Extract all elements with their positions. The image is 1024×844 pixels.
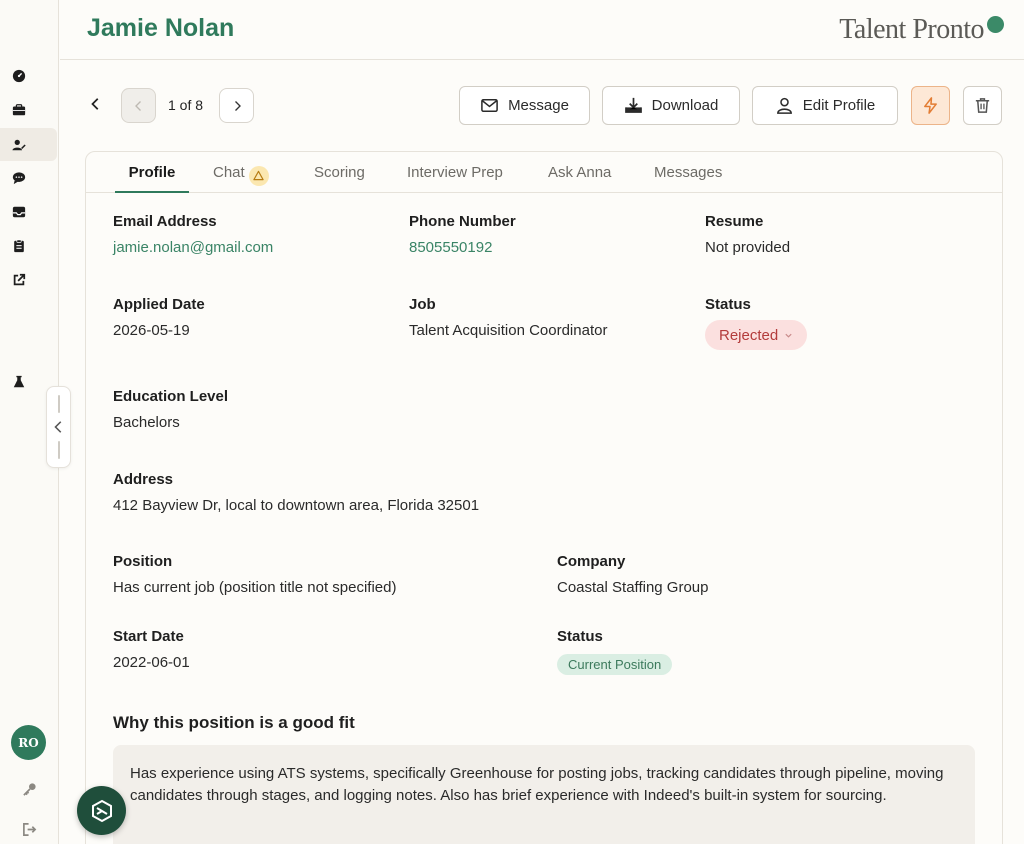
external-link-icon[interactable]: [8, 269, 30, 291]
assistant-logo-icon: [91, 799, 112, 822]
delete-button[interactable]: [963, 86, 1002, 125]
back-button[interactable]: [86, 94, 106, 114]
company-value: Coastal Staffing Group: [557, 579, 709, 596]
tab-label: Interview Prep: [407, 164, 503, 181]
position-label: Position: [113, 553, 173, 570]
education-label: Education Level: [113, 388, 229, 405]
key-icon[interactable]: [18, 778, 40, 800]
envelope-icon: [481, 99, 498, 112]
tab-bar: Profile Chat Scoring Interview Prep Ask …: [86, 152, 1002, 193]
tab-messages[interactable]: Messages: [654, 164, 722, 193]
briefcase-icon[interactable]: [8, 99, 30, 121]
collapse-handle-line: [58, 441, 60, 459]
employment-status-badge: Current Position: [557, 654, 673, 675]
next-candidate-button[interactable]: [219, 88, 254, 123]
message-label: Message: [508, 97, 569, 114]
start-date-label: Start Date: [113, 628, 184, 645]
tab-label: Chat: [213, 164, 245, 181]
lightning-icon: [924, 97, 937, 114]
tab-interview-prep[interactable]: Interview Prep: [407, 164, 503, 193]
tab-label: Ask Anna: [548, 164, 612, 181]
chevron-down-icon: [785, 333, 792, 338]
quick-action-button[interactable]: [911, 86, 950, 125]
download-label: Download: [651, 97, 719, 114]
brand-logo: Talent Pronto: [839, 14, 984, 45]
candidate-card: Profile Chat Scoring Interview Prep Ask …: [85, 151, 1003, 844]
inbox-icon[interactable]: [8, 201, 30, 223]
download-button[interactable]: Download: [602, 86, 740, 125]
applied-date-value: 2026-05-19: [113, 322, 190, 339]
status-label: Status: [705, 296, 751, 313]
job-label: Job: [409, 296, 436, 313]
logo-mark-icon: [987, 16, 1004, 33]
phone-label: Phone Number: [409, 213, 516, 230]
resume-value: Not provided: [705, 239, 791, 256]
chevron-left-icon: [53, 421, 61, 433]
warning-icon: [248, 165, 269, 186]
address-label: Address: [113, 471, 174, 488]
chevron-right-icon: [234, 100, 241, 111]
email-label: Email Address: [113, 213, 217, 230]
status-value: Rejected: [719, 326, 779, 344]
employment-status-label: Status: [557, 628, 603, 645]
collapse-sidebar-button[interactable]: [46, 386, 71, 468]
education-value: Bachelors: [113, 414, 180, 431]
fit-description: Has experience using ATS systems, specif…: [113, 745, 975, 844]
page-header: Jamie Nolan Talent Pronto: [60, 0, 1024, 60]
user-icon: [776, 97, 792, 114]
flask-icon[interactable]: [8, 371, 30, 393]
chevron-left-icon: [91, 98, 99, 110]
dashboard-icon[interactable]: [8, 65, 30, 87]
tab-chat[interactable]: Chat: [213, 164, 269, 193]
chat-icon[interactable]: [8, 167, 30, 189]
tab-label: Messages: [654, 164, 723, 181]
position-value: Has current job (position title not spec…: [113, 579, 397, 596]
tab-ask-anna[interactable]: Ask Anna: [548, 164, 611, 193]
pager-count: 1 of 8: [168, 97, 204, 113]
trash-icon: [975, 98, 990, 113]
tab-scoring[interactable]: Scoring: [314, 164, 365, 193]
applied-date-label: Applied Date: [113, 296, 205, 313]
status-dropdown[interactable]: Rejected: [705, 320, 808, 350]
assistant-chat-button[interactable]: [77, 786, 126, 835]
address-value: 412 Bayview Dr, local to downtown area, …: [113, 497, 480, 514]
job-value: Talent Acquisition Coordinator: [409, 322, 608, 339]
start-date-value: 2022-06-01: [113, 654, 190, 671]
chevron-left-icon: [134, 100, 141, 111]
tab-profile[interactable]: Profile: [115, 164, 189, 193]
edit-profile-label: Edit Profile: [802, 97, 876, 114]
download-icon: [624, 97, 642, 113]
phone-link[interactable]: 8505550192: [409, 239, 492, 256]
message-button[interactable]: Message: [459, 86, 590, 125]
edit-profile-button[interactable]: Edit Profile: [752, 86, 898, 125]
email-link[interactable]: jamie.nolan@gmail.com: [113, 239, 273, 256]
collapse-handle-line: [58, 395, 60, 413]
logout-icon[interactable]: [18, 818, 40, 840]
candidates-icon[interactable]: [8, 134, 30, 156]
avatar-initials: RO: [18, 735, 39, 750]
previous-candidate-button[interactable]: [121, 88, 156, 123]
tab-label: Scoring: [314, 164, 365, 181]
candidate-toolbar: 1 of 8 Message Download Edit Profile: [60, 86, 1024, 126]
company-label: Company: [557, 553, 626, 570]
tab-label: Profile: [128, 164, 176, 181]
page-title: Jamie Nolan: [87, 14, 235, 42]
clipboard-icon[interactable]: [8, 235, 30, 257]
fit-section-title: Why this position is a good fit: [113, 713, 355, 732]
resume-label: Resume: [705, 213, 764, 230]
avatar[interactable]: RO: [11, 725, 46, 760]
